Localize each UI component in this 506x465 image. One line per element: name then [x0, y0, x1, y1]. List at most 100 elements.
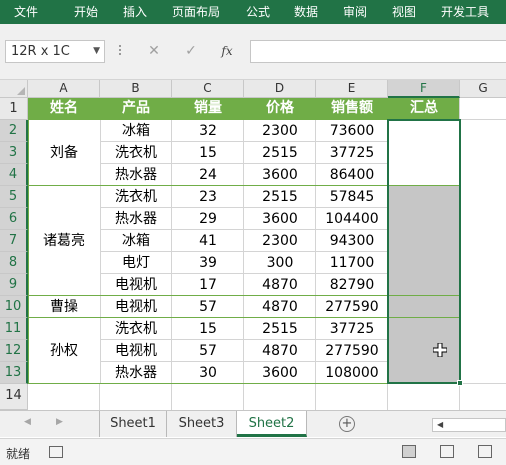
normal-view-icon[interactable] — [402, 445, 416, 458]
quantity-cell[interactable]: 57 — [172, 340, 244, 362]
column-header-d[interactable]: D — [244, 80, 316, 98]
sales-cell[interactable]: 57845 — [316, 186, 388, 208]
quantity-cell[interactable]: 30 — [172, 362, 244, 384]
drag-handle-icon[interactable] — [118, 44, 122, 60]
product-cell[interactable]: 热水器 — [100, 208, 172, 230]
sales-cell[interactable]: 104400 — [316, 208, 388, 230]
sales-cell[interactable]: 37725 — [316, 318, 388, 340]
product-cell[interactable]: 电视机 — [100, 340, 172, 362]
row-header-5[interactable]: 5 — [0, 186, 28, 208]
scroll-left-icon[interactable]: ◀ — [24, 417, 31, 427]
page-layout-view-icon[interactable] — [440, 445, 454, 458]
select-all-button[interactable] — [0, 80, 28, 98]
row-header-4[interactable]: 4 — [0, 164, 28, 186]
name-cell-zhugeliang[interactable]: 诸葛亮 — [28, 186, 100, 296]
column-header-e[interactable]: E — [316, 80, 388, 98]
sales-cell[interactable]: 37725 — [316, 142, 388, 164]
horizontal-scrollbar[interactable]: ◀ — [432, 418, 506, 432]
header-summary[interactable]: 汇总 — [388, 98, 460, 120]
column-header-c[interactable]: C — [172, 80, 244, 98]
formula-input[interactable] — [250, 40, 506, 63]
add-sheet-button[interactable]: + — [339, 416, 355, 432]
column-header-g[interactable]: G — [460, 80, 506, 98]
scroll-right-icon[interactable]: ▶ — [56, 417, 63, 427]
product-cell[interactable]: 热水器 — [100, 362, 172, 384]
name-cell-sunquan[interactable]: 孙权 — [28, 318, 100, 384]
price-cell[interactable]: 4870 — [244, 274, 316, 296]
ribbon-tab-developer[interactable]: 开发工具 — [441, 4, 489, 20]
ribbon-tab-home[interactable]: 开始 — [74, 4, 98, 20]
header-quantity[interactable]: 销量 — [172, 98, 244, 120]
sheet-tab-sheet1[interactable]: Sheet1 — [99, 411, 167, 437]
product-cell[interactable]: 电灯 — [100, 252, 172, 274]
name-cell-caocao[interactable]: 曹操 — [28, 296, 100, 318]
page-break-view-icon[interactable] — [478, 445, 492, 458]
price-cell[interactable]: 2300 — [244, 230, 316, 252]
quantity-cell[interactable]: 15 — [172, 142, 244, 164]
price-cell[interactable]: 2515 — [244, 142, 316, 164]
sales-cell[interactable]: 73600 — [316, 120, 388, 142]
row-header-13[interactable]: 13 — [0, 362, 28, 384]
insert-function-button[interactable]: fx — [216, 41, 238, 61]
ribbon-tab-file[interactable]: 文件 — [14, 4, 38, 20]
sales-cell[interactable]: 94300 — [316, 230, 388, 252]
quantity-cell[interactable]: 17 — [172, 274, 244, 296]
quantity-cell[interactable]: 39 — [172, 252, 244, 274]
product-cell[interactable]: 电视机 — [100, 274, 172, 296]
price-cell[interactable]: 4870 — [244, 340, 316, 362]
row-header-6[interactable]: 6 — [0, 208, 28, 230]
sales-cell[interactable]: 277590 — [316, 296, 388, 318]
column-header-a[interactable]: A — [28, 80, 100, 98]
quantity-cell[interactable]: 41 — [172, 230, 244, 252]
price-cell[interactable]: 3600 — [244, 208, 316, 230]
ribbon-tab-page-layout[interactable]: 页面布局 — [172, 4, 220, 20]
product-cell[interactable]: 洗衣机 — [100, 318, 172, 340]
ribbon-tab-data[interactable]: 数据 — [294, 4, 318, 20]
product-cell[interactable]: 热水器 — [100, 164, 172, 186]
quantity-cell[interactable]: 15 — [172, 318, 244, 340]
row-header-9[interactable]: 9 — [0, 274, 28, 296]
price-cell[interactable]: 2515 — [244, 318, 316, 340]
ribbon-tab-review[interactable]: 审阅 — [343, 4, 367, 20]
header-name[interactable]: 姓名 — [28, 98, 100, 120]
sales-cell[interactable]: 108000 — [316, 362, 388, 384]
price-cell[interactable]: 3600 — [244, 362, 316, 384]
header-sales[interactable]: 销售额 — [316, 98, 388, 120]
row-header-11[interactable]: 11 — [0, 318, 28, 340]
header-price[interactable]: 价格 — [244, 98, 316, 120]
cancel-icon[interactable]: ✕ — [143, 41, 165, 61]
column-header-b[interactable]: B — [100, 80, 172, 98]
enter-check-icon[interactable]: ✓ — [180, 41, 202, 61]
ribbon-tab-insert[interactable]: 插入 — [123, 4, 147, 20]
row-header-14[interactable]: 14 — [0, 384, 28, 410]
ribbon-tab-formulas[interactable]: 公式 — [246, 4, 270, 20]
row-header-10[interactable]: 10 — [0, 296, 28, 318]
price-cell[interactable]: 3600 — [244, 164, 316, 186]
product-cell[interactable]: 洗衣机 — [100, 142, 172, 164]
sheet-tab-sheet2[interactable]: Sheet2 — [237, 411, 307, 437]
product-cell[interactable]: 冰箱 — [100, 230, 172, 252]
quantity-cell[interactable]: 24 — [172, 164, 244, 186]
sheet-tab-sheet3[interactable]: Sheet3 — [167, 411, 237, 437]
ribbon-tab-view[interactable]: 视图 — [392, 4, 416, 20]
chevron-down-icon[interactable]: ▼ — [93, 41, 100, 62]
sales-cell[interactable]: 82790 — [316, 274, 388, 296]
name-cell-liubei[interactable]: 刘备 — [28, 120, 100, 186]
sales-cell[interactable]: 86400 — [316, 164, 388, 186]
quantity-cell[interactable]: 57 — [172, 296, 244, 318]
sales-cell[interactable]: 277590 — [316, 340, 388, 362]
product-cell[interactable]: 洗衣机 — [100, 186, 172, 208]
row-header-12[interactable]: 12 — [0, 340, 28, 362]
price-cell[interactable]: 2300 — [244, 120, 316, 142]
price-cell[interactable]: 300 — [244, 252, 316, 274]
name-box[interactable]: 12R x 1C ▼ — [5, 40, 105, 63]
quantity-cell[interactable]: 23 — [172, 186, 244, 208]
row-header-3[interactable]: 3 — [0, 142, 28, 164]
macro-record-icon[interactable] — [49, 446, 63, 458]
scroll-left-arrow-icon[interactable]: ◀ — [437, 420, 443, 429]
product-cell[interactable]: 电视机 — [100, 296, 172, 318]
quantity-cell[interactable]: 32 — [172, 120, 244, 142]
sales-cell[interactable]: 11700 — [316, 252, 388, 274]
row-header-7[interactable]: 7 — [0, 230, 28, 252]
row-header-1[interactable]: 1 — [0, 98, 28, 120]
